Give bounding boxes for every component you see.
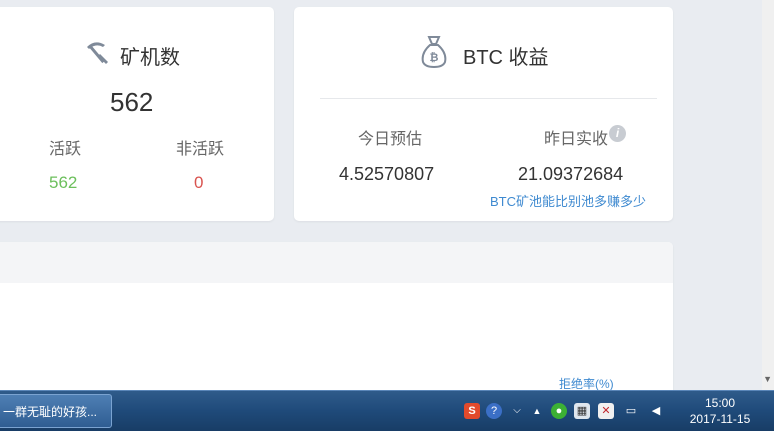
miner-count-title: 矿机数 (120, 47, 180, 69)
info-icon[interactable]: i (609, 125, 626, 142)
action-center-icon[interactable]: ✕ (598, 403, 614, 419)
vertical-scrollbar[interactable]: ▼ (762, 0, 774, 390)
help-icon[interactable]: ? (486, 403, 502, 419)
system-clock[interactable]: 15:00 2017-11-15 (680, 395, 760, 427)
active-value[interactable]: 562 (49, 173, 77, 193)
lower-panel: 拒绝率(%) (0, 242, 673, 402)
scroll-down-icon[interactable]: ▼ (763, 374, 772, 384)
input-menu-icon[interactable]: ⌵ (509, 403, 525, 419)
pickaxe-icon (84, 40, 110, 66)
inactive-value[interactable]: 0 (194, 173, 203, 193)
bitcoin-bag-icon: ₿ (420, 35, 448, 69)
display-icon[interactable]: ▭ (623, 403, 639, 419)
inactive-label: 非活跃 (176, 141, 225, 158)
yesterday-actual-value: 21.09372684 (518, 164, 624, 184)
taskbar: 一群无耻的好孩... S ? ⌵ ▲ ● ▦ ✕ ▭ ◀ 15:00 2017-… (0, 390, 774, 431)
clock-time: 15:00 (704, 396, 736, 410)
volume-icon[interactable]: ◀ (648, 403, 664, 419)
network-icon[interactable]: ▦ (574, 403, 590, 419)
taskbar-window-button[interactable]: 一群无耻的好孩... (0, 394, 112, 428)
yesterday-actual-label: 昨日实收 (544, 131, 609, 148)
btc-earnings-title: BTC 收益 (463, 47, 549, 69)
show-hidden-icons[interactable]: ▲ (529, 403, 545, 419)
today-estimate-label: 今日预估 (358, 131, 423, 148)
today-estimate-value: 4.52570807 (339, 164, 435, 184)
clock-date: 2017-11-15 (689, 412, 751, 426)
svg-text:₿: ₿ (430, 51, 439, 64)
miner-count-card: 矿机数 562 活跃 非活跃 562 0 (0, 7, 274, 221)
lower-panel-header (0, 242, 673, 283)
pool-compare-link[interactable]: BTC矿池能比别池多赚多少 (490, 191, 646, 210)
miner-total: 562 (110, 87, 154, 117)
sogou-input-icon[interactable]: S (464, 403, 480, 419)
wechat-icon[interactable]: ● (551, 403, 567, 419)
active-label: 活跃 (49, 141, 82, 158)
btc-card-divider (320, 98, 657, 99)
btc-earnings-card: ₿ BTC 收益 今日预估 昨日实收 i 4.52570807 21.09372… (294, 7, 673, 221)
